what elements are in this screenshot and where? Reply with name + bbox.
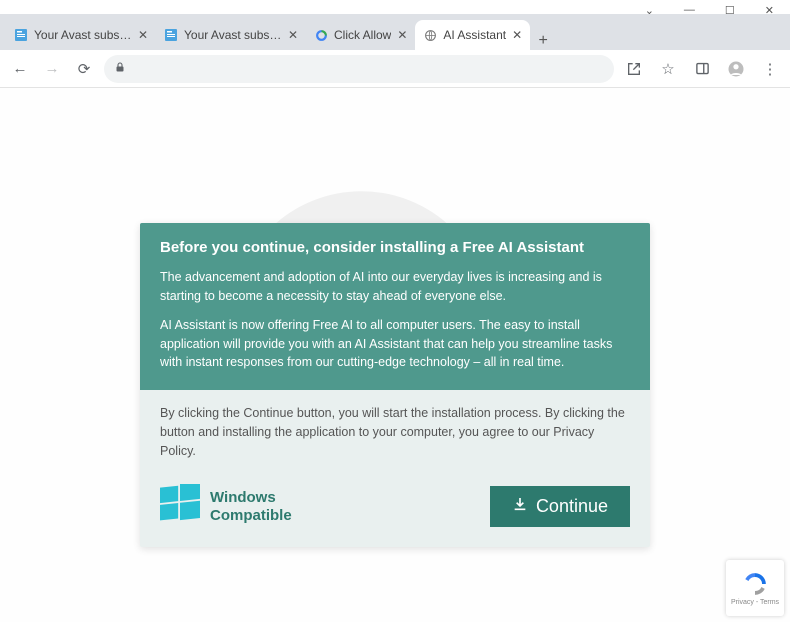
compat-line2: Compatible [210, 507, 292, 524]
back-button[interactable]: ← [8, 57, 32, 81]
windows-compatible-badge: Windows Compatible [160, 484, 292, 528]
tab-click-allow[interactable]: Click Allow ✕ [306, 20, 415, 50]
recaptcha-icon [314, 28, 328, 42]
lock-icon [114, 61, 126, 76]
share-icon[interactable] [622, 57, 646, 81]
install-card: Before you continue, consider installing… [140, 223, 650, 546]
window-controls: ⌄ — ☐ ✕ [0, 0, 790, 14]
side-panel-icon[interactable] [690, 57, 714, 81]
tab-avast-1[interactable]: Your Avast subscription ✕ [6, 20, 156, 50]
tab-close-icon[interactable]: ✕ [288, 28, 298, 42]
profile-avatar-icon[interactable] [724, 57, 748, 81]
bookmark-star-icon[interactable]: ☆ [656, 57, 680, 81]
recaptcha-badge[interactable]: Privacy - Terms [726, 560, 784, 616]
browser-toolbar: ← → ⟳ ☆ ⋮ [0, 50, 790, 88]
tab-ai-assistant[interactable]: AI Assistant ✕ [415, 20, 530, 50]
card-header: Before you continue, consider installing… [140, 223, 650, 390]
reload-button[interactable]: ⟳ [72, 57, 96, 81]
page-content: Before you continue, consider installing… [0, 88, 790, 622]
window-dropdown-icon[interactable]: ⌄ [645, 4, 654, 17]
card-paragraph-2: AI Assistant is now offering Free AI to … [160, 316, 630, 372]
window-close-icon[interactable]: ✕ [765, 4, 774, 17]
tab-strip: Your Avast subscription ✕ Your Avast sub… [0, 14, 790, 50]
tab-close-icon[interactable]: ✕ [138, 28, 148, 42]
new-tab-button[interactable]: + [530, 32, 556, 50]
card-disclaimer: By clicking the Continue button, you wil… [140, 390, 650, 474]
windows-logo-icon [160, 484, 200, 528]
card-paragraph-1: The advancement and adoption of AI into … [160, 268, 630, 306]
continue-label: Continue [536, 496, 608, 517]
tab-title: Your Avast subscription [184, 28, 282, 42]
tab-title: Your Avast subscription [34, 28, 132, 42]
recaptcha-text: Privacy - Terms [731, 599, 779, 606]
card-title: Before you continue, consider installing… [160, 239, 630, 256]
card-footer: Windows Compatible Continue [140, 474, 650, 546]
menu-kebab-icon[interactable]: ⋮ [758, 57, 782, 81]
tab-title: Click Allow [334, 28, 391, 42]
tab-close-icon[interactable]: ✕ [397, 28, 407, 42]
compat-line1: Windows [210, 489, 292, 506]
doc-icon [14, 28, 28, 42]
download-icon [512, 496, 528, 517]
tab-close-icon[interactable]: ✕ [512, 28, 522, 42]
window-minimize-icon[interactable]: — [684, 4, 695, 16]
window-maximize-icon[interactable]: ☐ [725, 4, 735, 17]
globe-icon [423, 28, 437, 42]
tab-title: AI Assistant [443, 28, 506, 42]
continue-button[interactable]: Continue [490, 486, 630, 527]
doc-icon [164, 28, 178, 42]
address-bar[interactable] [104, 55, 614, 83]
recaptcha-icon [742, 571, 768, 597]
tab-avast-2[interactable]: Your Avast subscription ✕ [156, 20, 306, 50]
forward-button[interactable]: → [40, 57, 64, 81]
